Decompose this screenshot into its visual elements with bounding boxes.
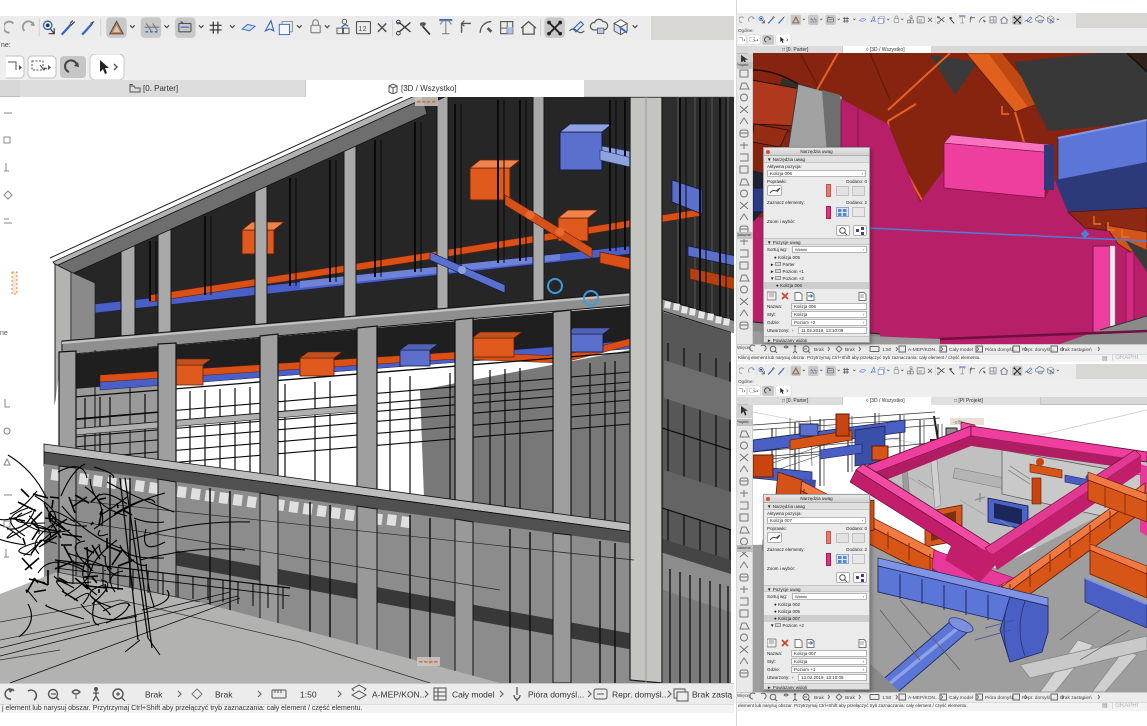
svg-text:Pióra domyśl...: Pióra domyśl... <box>985 695 1017 701</box>
svg-text:Brak: Brak <box>145 690 163 700</box>
svg-text:Brak: Brak <box>814 695 824 701</box>
svg-text:Brak: Brak <box>215 690 233 700</box>
svg-text:A-MEP/KON...: A-MEP/KON... <box>372 690 427 700</box>
svg-text:Brak zastąpień: Brak zastąpień <box>1060 695 1092 701</box>
svg-text:12: 12 <box>358 24 366 33</box>
svg-text:1:50: 1:50 <box>300 690 317 700</box>
svg-text:Cały model: Cały model <box>949 695 973 701</box>
svg-text:A-MEP/KON...: A-MEP/KON... <box>908 695 939 701</box>
svg-text:Brak zastą: Brak zastą <box>692 690 732 700</box>
svg-text:12: 12 <box>918 370 922 374</box>
svg-text:1:50: 1:50 <box>882 695 892 701</box>
svg-text:Repr. domyśl...: Repr. domyśl... <box>1022 695 1054 701</box>
svg-text:Pióra domyśl...: Pióra domyśl... <box>528 690 584 700</box>
svg-text:12: 12 <box>918 19 922 23</box>
svg-text:Cały model: Cały model <box>452 690 495 700</box>
svg-text:Brak: Brak <box>845 695 855 701</box>
svg-text:Repr. domyśl...: Repr. domyśl... <box>612 690 669 700</box>
